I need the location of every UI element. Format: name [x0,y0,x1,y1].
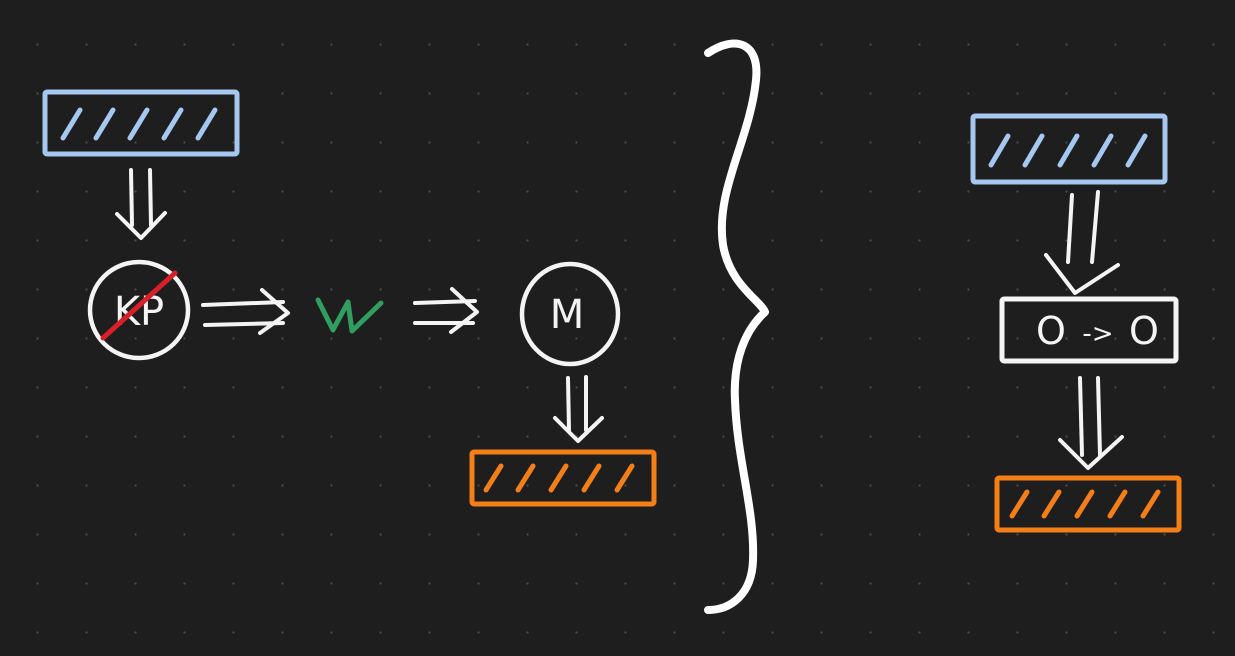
crossed-node: KP [87,259,191,361]
mapping-right-label: O [1129,309,1159,353]
right-output-block [994,475,1182,533]
left-down-arrow-2 [553,375,604,443]
m-node: M [519,261,621,367]
crossed-node-label: KP [114,289,164,335]
mapping-arrow-label: -> [1082,319,1113,349]
link-symbol-w [315,297,384,334]
mapping-box: O -> O [999,296,1179,364]
left-output-block [469,449,657,507]
curly-brace [704,39,769,614]
diagram-svg: KP M O -> O [42,39,1182,614]
left-down-arrow-1 [115,168,167,240]
right-arrow-2 [413,287,479,334]
whiteboard-canvas: KP M O -> O [0,0,1235,656]
right-down-arrow-1 [1044,190,1120,295]
left-input-block [42,89,240,157]
right-down-arrow-2 [1058,376,1124,470]
mapping-left-label: O [1036,309,1066,353]
m-node-label: M [550,292,585,338]
right-input-block [970,113,1168,185]
right-arrow-1 [201,288,290,335]
